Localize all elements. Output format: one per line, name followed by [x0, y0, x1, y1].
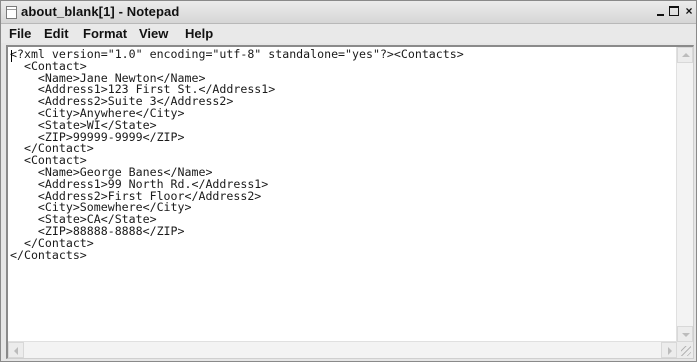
- scroll-right-button[interactable]: [661, 342, 677, 358]
- document-text[interactable]: <?xml version="1.0" encoding="utf-8" sta…: [10, 48, 464, 261]
- notepad-window: about_blank[1] - Notepad × File Edit For…: [0, 0, 697, 362]
- title-bar[interactable]: about_blank[1] - Notepad ×: [1, 1, 696, 24]
- window-title: about_blank[1] - Notepad: [21, 4, 180, 19]
- maximize-button[interactable]: [667, 4, 681, 19]
- menu-help[interactable]: Help: [185, 26, 213, 41]
- text-caret: [11, 50, 12, 62]
- scroll-down-button[interactable]: [677, 326, 693, 342]
- minimize-button[interactable]: [654, 4, 668, 19]
- menu-edit[interactable]: Edit: [44, 26, 69, 41]
- resize-grip-icon[interactable]: [677, 342, 693, 358]
- menu-bar: File Edit Format View Help: [1, 24, 696, 43]
- horizontal-scrollbar[interactable]: [8, 341, 677, 358]
- scroll-left-button[interactable]: [8, 342, 24, 358]
- arrow-right-icon: [668, 347, 672, 355]
- notepad-icon[interactable]: [6, 6, 17, 19]
- close-button[interactable]: ×: [682, 4, 696, 19]
- arrow-left-icon: [14, 347, 18, 355]
- arrow-up-icon: [682, 53, 690, 57]
- arrow-down-icon: [682, 333, 690, 337]
- menu-format[interactable]: Format: [83, 26, 127, 41]
- menu-file[interactable]: File: [9, 26, 31, 41]
- vertical-scrollbar[interactable]: [676, 47, 693, 342]
- menu-view[interactable]: View: [139, 26, 168, 41]
- scroll-up-button[interactable]: [677, 47, 693, 63]
- text-editor[interactable]: <?xml version="1.0" encoding="utf-8" sta…: [6, 45, 694, 359]
